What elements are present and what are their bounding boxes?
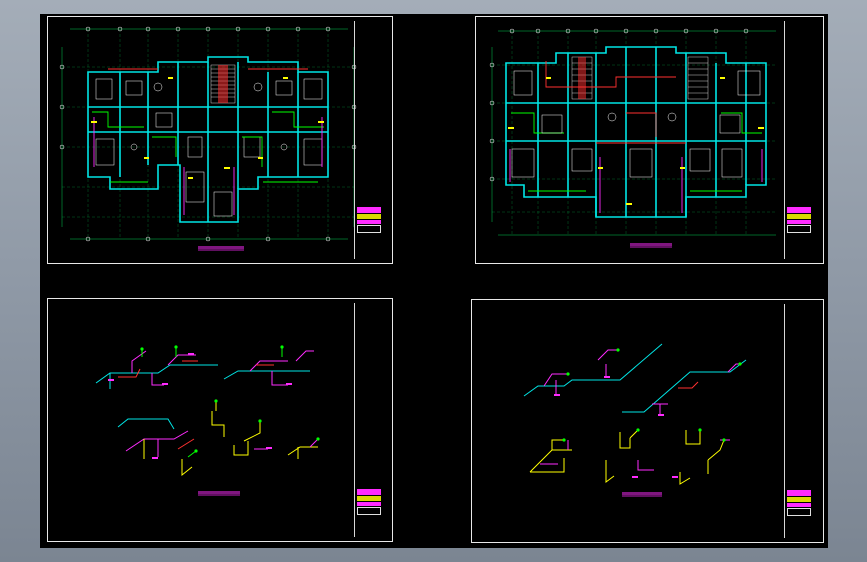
title-block-stamp — [357, 489, 381, 515]
drawing-sheet-floor-plan-b[interactable] — [475, 16, 824, 264]
floor-plan-a-drawing — [59, 26, 357, 251]
title-block — [784, 21, 817, 259]
title-block-stamp — [787, 207, 811, 233]
title-block-stamp — [787, 490, 811, 516]
title-block — [354, 303, 387, 537]
drawing-sheet-pipe-isometric-b[interactable] — [471, 299, 824, 543]
drawing-sheet-floor-plan-a[interactable] — [47, 16, 393, 264]
drawing-sheet-pipe-isometric-a[interactable] — [47, 298, 393, 542]
pipe-isometric-a-drawing — [95, 345, 320, 496]
floor-plan-b-drawing — [489, 28, 776, 248]
pipe-isometric-b-drawing — [523, 343, 747, 497]
cad-model-space[interactable] — [40, 14, 828, 548]
title-block — [354, 21, 387, 259]
title-block-stamp — [357, 207, 381, 233]
title-block — [784, 304, 817, 538]
